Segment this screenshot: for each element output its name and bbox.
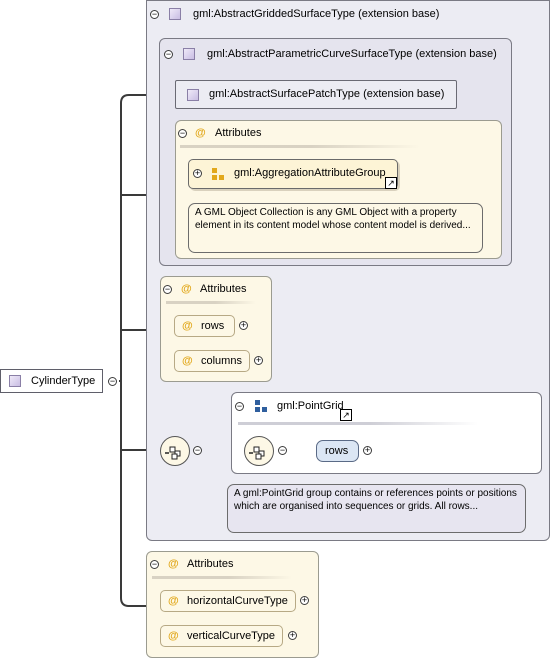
attr-group-1-separator	[180, 145, 420, 148]
attribute-at-icon: @	[195, 127, 206, 139]
attr-group-1-toggle[interactable]: −	[178, 129, 187, 138]
attr-group-3-title: Attributes	[187, 558, 234, 570]
root-element-box[interactable]: CylinderType	[0, 369, 103, 393]
inner-base-label: gml:AbstractParametricCurveSurfaceType (…	[207, 48, 497, 60]
point-grid-toggle[interactable]: −	[235, 402, 244, 411]
agg-group-label: gml:AggregationAttributeGroup	[234, 167, 386, 179]
sequence-icon	[165, 446, 181, 460]
attribute-columns-expand-toggle[interactable]: +	[254, 356, 263, 365]
root-collapse-toggle[interactable]: −	[108, 377, 117, 386]
element-rows[interactable]: rows	[316, 440, 359, 462]
point-grid-documentation: A gml:PointGrid group contains or refere…	[227, 484, 526, 533]
attribute-at-icon: @	[181, 283, 192, 295]
attr-group-2-title: Attributes	[200, 283, 247, 295]
attribute-horizontal-curve-type[interactable]: @ horizontalCurveType	[160, 590, 296, 612]
attribute-vertical-curve-type-expand-toggle[interactable]: +	[288, 631, 297, 640]
sequence-inner-toggle[interactable]: −	[278, 446, 287, 455]
attr-group-3-toggle[interactable]: −	[150, 560, 159, 569]
attribute-group-icon	[212, 168, 224, 180]
attribute-at-icon: @	[168, 630, 179, 642]
attribute-vertical-curve-type[interactable]: @ verticalCurveType	[160, 625, 283, 647]
attribute-vertical-curve-type-label: verticalCurveType	[187, 630, 276, 642]
sequence-compositor-outer[interactable]	[160, 436, 190, 466]
point-grid-label: gml:PointGrid	[277, 400, 344, 412]
patch-type-icon	[187, 89, 199, 101]
attribute-at-icon: @	[168, 558, 179, 570]
attribute-rows[interactable]: @ rows	[174, 315, 235, 337]
attribute-rows-expand-toggle[interactable]: +	[239, 321, 248, 330]
attr-group-2-separator	[166, 301, 256, 304]
element-rows-label: rows	[325, 445, 349, 457]
aggregation-attribute-group-ref[interactable]: + gml:AggregationAttributeGroup ↗	[188, 159, 398, 189]
agg-group-expand-toggle[interactable]: +	[193, 169, 202, 178]
outer-base-toggle[interactable]: −	[150, 10, 159, 19]
attribute-at-icon: @	[182, 320, 193, 332]
inner-base-type-icon	[183, 48, 195, 60]
element-rows-expand-toggle[interactable]: +	[363, 446, 372, 455]
agg-group-documentation: A GML Object Collection is any GML Objec…	[188, 203, 483, 253]
attribute-horizontal-curve-type-label: horizontalCurveType	[187, 595, 288, 607]
attribute-horizontal-curve-type-expand-toggle[interactable]: +	[300, 596, 309, 605]
external-link-icon[interactable]: ↗	[385, 177, 397, 189]
attr-group-1-title: Attributes	[215, 127, 262, 139]
outer-base-label: gml:AbstractGriddedSurfaceType (extensio…	[193, 8, 440, 20]
attr-group-3-separator	[152, 576, 292, 579]
sequence-icon	[249, 446, 265, 460]
attribute-rows-label: rows	[201, 320, 225, 332]
model-group-icon	[255, 400, 267, 412]
inner-base-toggle[interactable]: −	[164, 50, 173, 59]
complex-type-icon	[9, 375, 21, 387]
surface-patch-type-box[interactable]: gml:AbstractSurfacePatchType (extension …	[175, 80, 457, 109]
sequence-compositor-inner[interactable]	[244, 436, 274, 466]
attribute-columns[interactable]: @ columns	[174, 350, 250, 372]
patch-type-label: gml:AbstractSurfacePatchType (extension …	[209, 88, 445, 100]
attribute-at-icon: @	[168, 595, 179, 607]
attribute-columns-label: columns	[201, 355, 242, 367]
external-link-icon[interactable]: ↗	[340, 409, 352, 421]
attr-group-2-toggle[interactable]: −	[163, 285, 172, 294]
point-grid-separator	[238, 422, 478, 425]
outer-base-type-icon	[169, 8, 181, 20]
sequence-outer-toggle[interactable]: −	[193, 446, 202, 455]
attribute-at-icon: @	[182, 355, 193, 367]
root-element-label: CylinderType	[31, 375, 96, 387]
